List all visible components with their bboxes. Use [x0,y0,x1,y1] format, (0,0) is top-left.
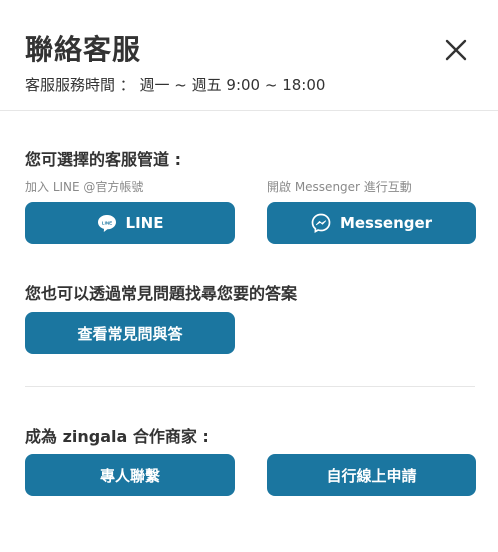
line-hint: 加入 LINE @官方帳號 [25,180,144,194]
line-button[interactable]: LINE LINE [25,202,235,244]
modal-title: 聯絡客服 [25,33,142,66]
service-hours: 客服服務時間 ： 週一 ~ 週五 9:00 ~ 18:00 [25,76,326,94]
messenger-hint: 開啟 Messenger 進行互動 [267,180,412,194]
contact-person-button[interactable]: 專人聯繫 [25,454,235,496]
line-icon: LINE [97,214,117,233]
channels-title: 您可選擇的客服管道 : [25,150,181,169]
faq-button[interactable]: 查看常見問與答 [25,312,235,354]
faq-button-label: 查看常見問與答 [77,324,183,343]
messenger-button-label: Messenger [339,214,433,232]
faq-title: 您也可以透過常見問題找尋您要的答案 [25,284,298,303]
line-button-label: LINE [125,214,164,232]
modal-header: 聯絡客服 客服服務時間 ： 週一 ~ 週五 9:00 ~ 18:00 [0,0,498,111]
contact-support-modal: 聯絡客服 客服服務時間 ： 週一 ~ 週五 9:00 ~ 18:00 您可選擇的… [0,0,498,552]
messenger-icon [311,213,331,233]
messenger-button[interactable]: Messenger [267,202,476,244]
svg-text:LINE: LINE [101,220,111,225]
section-divider [25,386,475,387]
close-icon [444,38,468,62]
close-button[interactable] [444,38,468,62]
online-apply-label: 自行線上申請 [326,466,417,485]
contact-person-label: 專人聯繫 [99,466,160,485]
partner-title: 成為 zingala 合作商家 : [25,427,209,446]
online-apply-button[interactable]: 自行線上申請 [267,454,476,496]
